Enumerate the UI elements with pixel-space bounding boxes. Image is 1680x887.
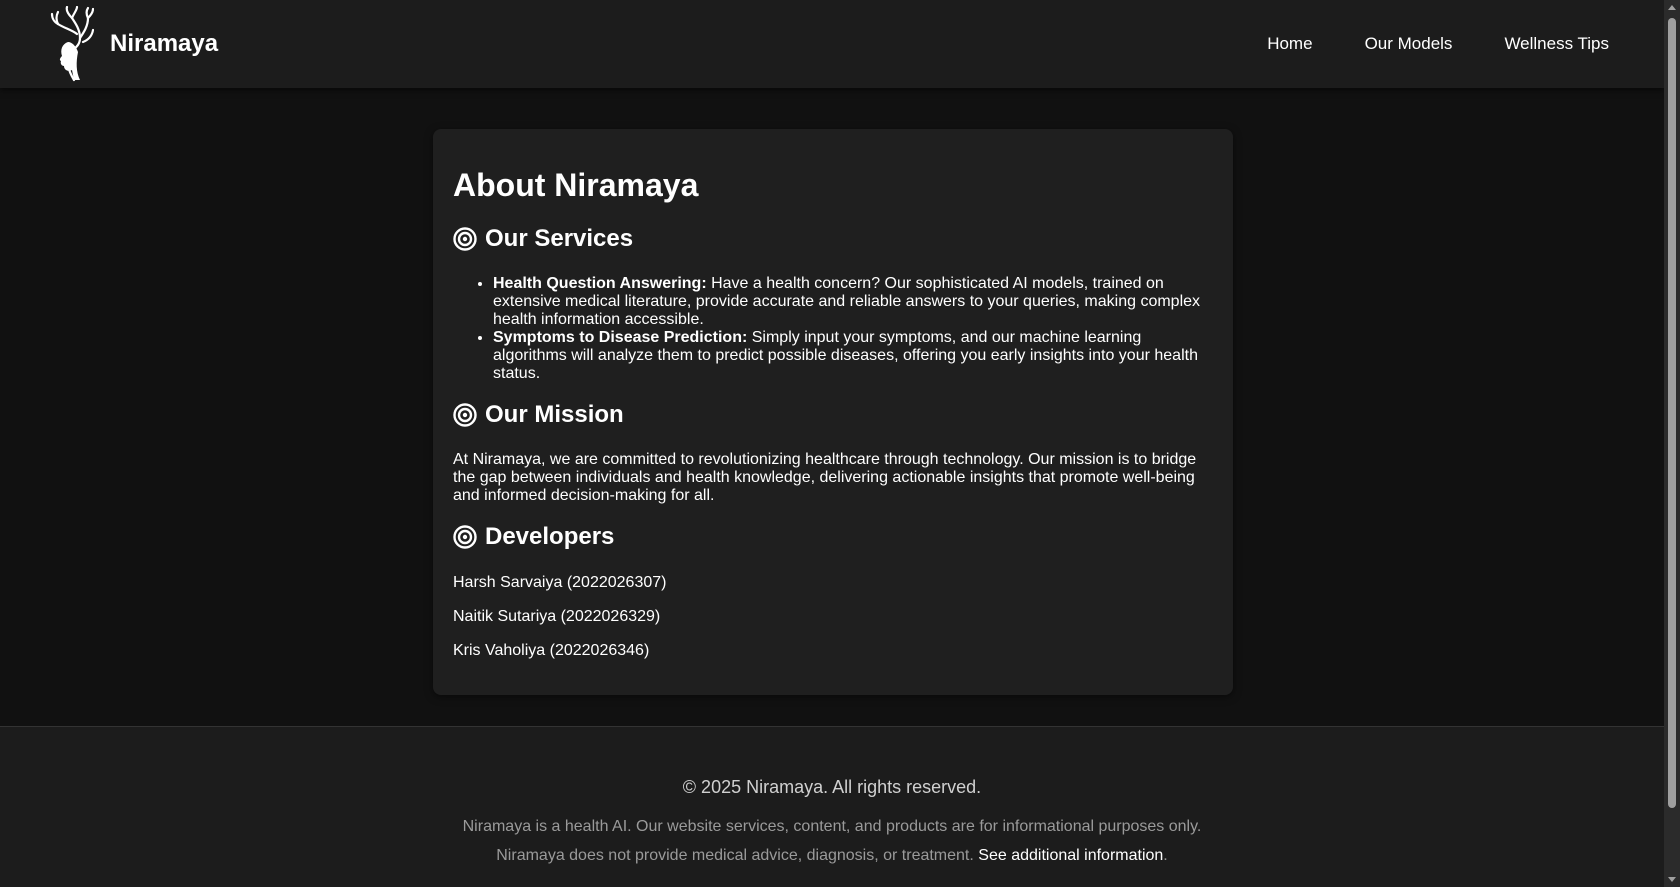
page-title: About Niramaya [453, 167, 699, 203]
developer-item: Kris Vaholiya (2022026346) [453, 642, 650, 659]
list-item: Health Question Answering: Have a health… [493, 275, 1208, 329]
nav-home[interactable]: Home [1267, 34, 1312, 54]
site-header: Niramaya Home Our Models Wellness Tips [0, 0, 1664, 88]
list-item: Symptoms to Disease Prediction: Simply i… [493, 329, 1208, 383]
services-list: Health Question Answering: Have a health… [453, 275, 1208, 383]
services-heading: Our Services [453, 225, 633, 253]
brand[interactable]: Niramaya [50, 2, 218, 86]
target-icon [453, 403, 477, 427]
footer-disclaimer-line1: Niramaya is a health AI. Our website ser… [462, 818, 1202, 835]
service-label: Symptoms to Disease Prediction: [493, 329, 748, 346]
brand-name: Niramaya [110, 30, 219, 57]
nav-our-models[interactable]: Our Models [1365, 34, 1453, 54]
services-heading-text: Our Services [485, 225, 634, 252]
target-icon [453, 227, 477, 251]
scroll-up-icon[interactable] [1668, 5, 1676, 10]
footer-link-suffix: . [1163, 847, 1168, 864]
vertical-scrollbar[interactable] [1664, 0, 1680, 887]
mission-heading-text: Our Mission [485, 401, 624, 428]
footer-copyright: © 2025 Niramaya. All rights reserved. [682, 777, 982, 797]
scroll-thumb[interactable] [1668, 18, 1676, 808]
site-footer: © 2025 Niramaya. All rights reserved. Ni… [0, 726, 1664, 887]
developers-heading-text: Developers [485, 523, 615, 550]
service-label: Health Question Answering: [493, 275, 707, 292]
nav-wellness-tips[interactable]: Wellness Tips [1504, 34, 1609, 54]
additional-info-link[interactable]: See additional information [978, 847, 1163, 864]
mission-heading: Our Mission [453, 401, 624, 429]
developer-item: Harsh Sarvaiya (2022026307) [453, 574, 667, 591]
page: Niramaya Home Our Models Wellness Tips A… [0, 0, 1680, 887]
tree-face-logo-icon [50, 6, 94, 82]
footer-disclaimer-line2: Niramaya does not provide medical advice… [0, 847, 1664, 865]
footer-disclaimer-text: Niramaya does not provide medical advice… [496, 847, 974, 864]
mission-text: At Niramaya, we are committed to revolut… [453, 451, 1197, 504]
target-icon [453, 525, 477, 549]
scroll-down-icon[interactable] [1668, 877, 1676, 882]
about-card: About Niramaya Our Services Health Quest… [433, 129, 1233, 695]
developers-heading: Developers [453, 523, 614, 551]
developer-item: Naitik Sutariya (2022026329) [453, 608, 661, 625]
main-nav: Home Our Models Wellness Tips [1215, 0, 1609, 88]
